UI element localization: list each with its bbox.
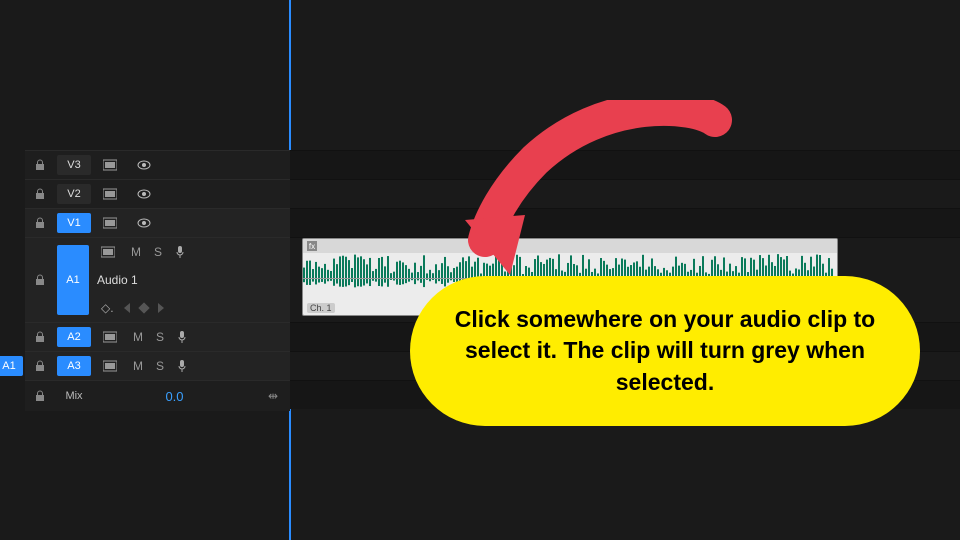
track-row-a2: A2 M S <box>25 322 290 351</box>
track-tag-a3[interactable]: A3 <box>57 356 91 376</box>
track-tag-v3[interactable]: V3 <box>57 155 91 175</box>
track-row-v2: V2 <box>25 179 290 208</box>
eye-icon[interactable] <box>130 184 158 204</box>
eye-icon[interactable] <box>130 155 158 175</box>
lane-v1[interactable] <box>290 208 960 237</box>
mix-row: Mix 0.0 ⇹ <box>25 380 290 411</box>
track-header-panel: V3 V2 V1 A1 M S <box>25 150 290 411</box>
annotation-text: Click somewhere on your audio clip to se… <box>450 304 880 397</box>
lock-icon[interactable] <box>25 238 55 322</box>
mute-button[interactable]: M <box>125 245 147 259</box>
track-tag-v2[interactable]: V2 <box>57 184 91 204</box>
lane-v3[interactable] <box>290 150 960 179</box>
chevron-right-icon[interactable] <box>158 303 164 313</box>
lock-icon[interactable] <box>25 188 55 200</box>
mute-button[interactable]: M <box>127 359 149 373</box>
track-row-a3: A1 A3 M S <box>25 351 290 380</box>
film-icon[interactable] <box>94 242 122 262</box>
mic-icon[interactable] <box>171 330 193 344</box>
track-tag-v1[interactable]: V1 <box>57 213 91 233</box>
track-row-v3: V3 <box>25 150 290 179</box>
film-icon[interactable] <box>96 356 124 376</box>
lane-v2[interactable] <box>290 179 960 208</box>
mic-icon[interactable] <box>171 359 193 373</box>
film-icon[interactable] <box>96 327 124 347</box>
channel-label: Ch. 1 <box>307 303 335 313</box>
keyframe-icon[interactable]: ◇. <box>101 301 114 315</box>
keyframe-marker-icon[interactable] <box>138 302 149 313</box>
lock-icon[interactable] <box>25 390 55 402</box>
film-icon[interactable] <box>96 213 124 233</box>
solo-button[interactable]: S <box>149 330 171 344</box>
solo-button[interactable]: S <box>149 359 171 373</box>
clip-header: fx <box>303 239 838 253</box>
track-name-label: Audio 1 <box>91 273 138 287</box>
fx-badge-icon: fx <box>307 241 317 251</box>
mic-icon[interactable] <box>169 245 191 259</box>
film-icon[interactable] <box>96 184 124 204</box>
lock-icon[interactable] <box>25 217 55 229</box>
annotation-callout: Click somewhere on your audio clip to se… <box>410 276 920 426</box>
lock-icon[interactable] <box>25 331 55 343</box>
solo-button[interactable]: S <box>147 245 169 259</box>
chevron-left-icon[interactable] <box>124 303 130 313</box>
mute-button[interactable]: M <box>127 330 149 344</box>
source-patch-a1[interactable]: A1 <box>0 356 23 376</box>
expand-icon[interactable]: ⇹ <box>259 386 287 406</box>
lock-icon[interactable] <box>25 159 55 171</box>
film-icon[interactable] <box>96 155 124 175</box>
mix-value[interactable]: 0.0 <box>93 389 256 404</box>
track-tag-a1[interactable]: A1 <box>57 245 89 315</box>
track-row-v1: V1 <box>25 208 290 237</box>
lock-icon[interactable] <box>25 360 55 372</box>
mix-label: Mix <box>55 390 93 402</box>
track-row-a1: A1 M S Audio 1 ◇. <box>25 237 290 322</box>
eye-icon[interactable] <box>130 213 158 233</box>
track-tag-a2[interactable]: A2 <box>57 327 91 347</box>
